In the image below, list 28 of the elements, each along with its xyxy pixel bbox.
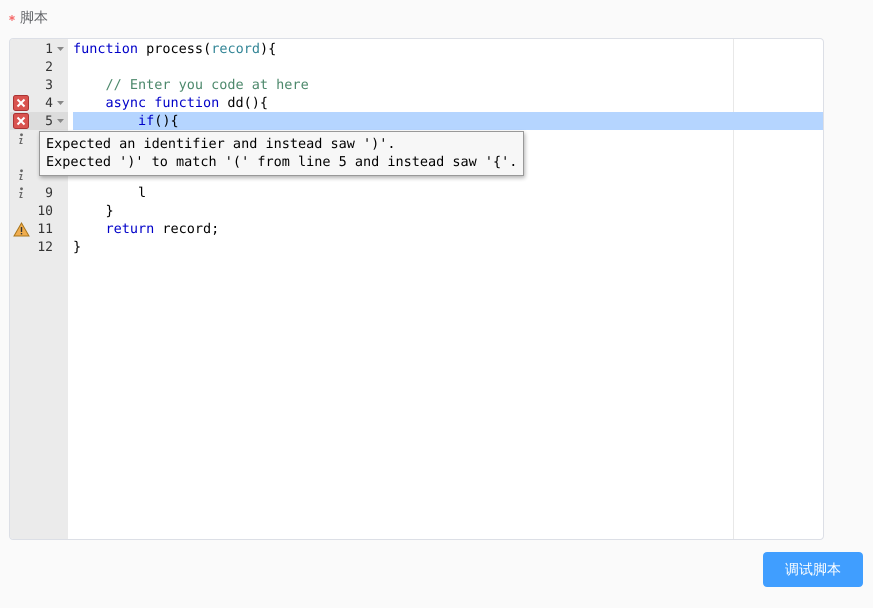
code-line: } <box>106 203 114 219</box>
info-icon <box>17 169 25 181</box>
line-number: 2 <box>45 60 53 74</box>
code-line: // Enter you code at here <box>106 77 309 93</box>
tooltip-text: Expected ')' to match '(' from line 5 and instead saw '{'. <box>46 153 518 171</box>
line-number: 9 <box>45 186 53 200</box>
tooltip-text: Expected an identifier and instead saw ')'. <box>46 135 396 153</box>
line-number: 10 <box>37 204 53 218</box>
line-number: 5 <box>45 114 53 128</box>
field-label: 脚本 <box>20 9 48 27</box>
line-number: 1 <box>45 42 53 56</box>
line-number: 4 <box>45 96 53 110</box>
code-editor[interactable] <box>9 38 824 540</box>
line-number: 3 <box>45 78 53 92</box>
line-number: 12 <box>37 240 53 254</box>
debug-script-button[interactable]: 调试脚本 <box>763 552 863 587</box>
code-line: function process(record){ <box>73 41 276 57</box>
info-icon <box>17 133 25 145</box>
error-icon <box>13 113 29 129</box>
code-line: l <box>138 185 146 201</box>
code-line: if(){ <box>138 113 179 129</box>
code-line: return record; <box>106 221 220 237</box>
info-icon <box>17 187 25 199</box>
line-number: 11 <box>37 222 53 236</box>
code-line: } <box>73 239 82 255</box>
error-icon <box>13 95 29 111</box>
code-line: async function dd(){ <box>106 95 268 111</box>
warning-icon <box>12 222 30 236</box>
